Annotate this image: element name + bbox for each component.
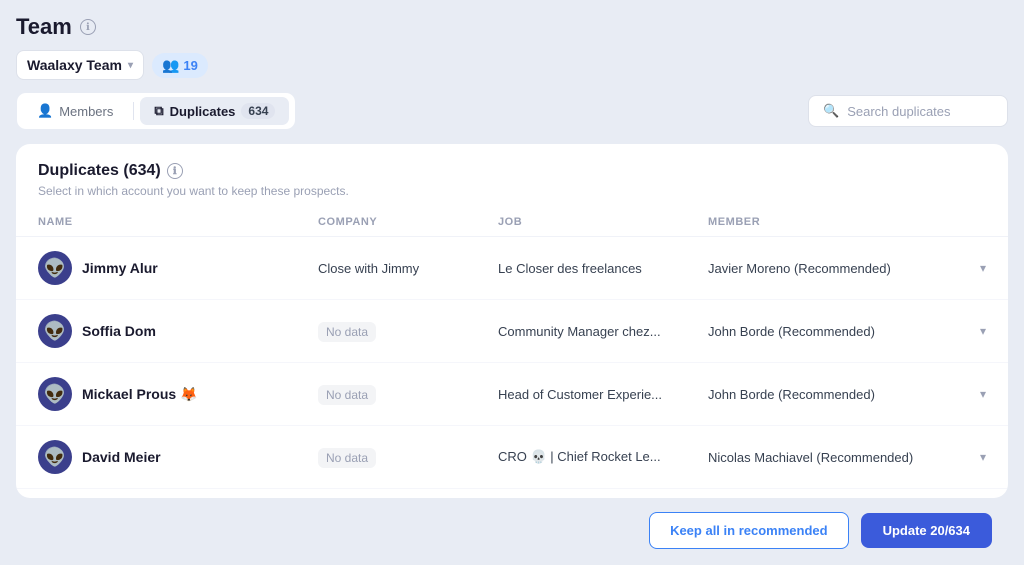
update-button[interactable]: Update 20/634 (861, 513, 992, 548)
table-row: 👽 David Meier No data CRO 💀 | Chief Rock… (16, 426, 1008, 489)
chevron-down-icon[interactable]: ▾ (980, 261, 986, 275)
search-box[interactable]: 🔍 Search duplicates (808, 95, 1008, 127)
table-row: 👽 Jimmy Alur Close with Jimmy Le Closer … (16, 237, 1008, 300)
avatar: 👽 (38, 314, 72, 348)
no-data-badge: No data (318, 385, 376, 405)
prospect-name: David Meier (82, 449, 161, 465)
company-cell: Close with Jimmy (318, 260, 498, 276)
footer-actions: Keep all in recommended Update 20/634 (16, 498, 1008, 549)
prospect-cell: 👽 David Meier (38, 440, 318, 474)
member-cell[interactable]: John Borde (Recommended) ▾ (708, 324, 986, 339)
team-selector-label: Waalaxy Team (27, 57, 122, 73)
job-cell: CRO 💀 | Chief Rocket Le... (498, 449, 708, 465)
page-title: Team (16, 14, 72, 40)
job-cell: Le Closer des freelances (498, 261, 708, 276)
search-placeholder: Search duplicates (847, 104, 950, 119)
chevron-down-icon: ▾ (128, 60, 133, 71)
table-row: 👽 Soffia Dom No data Community Manager c… (16, 300, 1008, 363)
chevron-down-icon[interactable]: ▾ (980, 450, 986, 464)
avatar: 👽 (38, 377, 72, 411)
member-name: John Borde (Recommended) (708, 324, 875, 339)
team-selector[interactable]: Waalaxy Team ▾ (16, 50, 144, 80)
member-cell[interactable]: Nicolas Machiavel (Recommended) ▾ (708, 450, 986, 465)
tab-divider (133, 102, 134, 120)
duplicates-tab-icon: ⧉ (154, 103, 163, 119)
members-icon: 👥 (162, 57, 179, 74)
chevron-down-icon[interactable]: ▾ (980, 324, 986, 338)
team-row: Waalaxy Team ▾ 👥 19 (16, 50, 1008, 80)
col-name: NAME (38, 216, 318, 228)
col-member: MEMBER (708, 216, 986, 228)
col-company: COMPANY (318, 216, 498, 228)
members-tab-icon: 👤 (37, 103, 53, 119)
card-title-text: Duplicates (634) (38, 162, 161, 180)
company-cell: No data (318, 386, 498, 402)
duplicates-count: 634 (241, 103, 275, 119)
prospect-name: Mickael Prous 🦊 (82, 386, 197, 403)
company-name: Close with Jimmy (318, 261, 419, 276)
no-data-badge: No data (318, 322, 376, 342)
page-info-icon[interactable]: ℹ (80, 19, 96, 35)
card-subtitle: Select in which account you want to keep… (38, 184, 986, 198)
table-row: 👽 Mickael Prous 🦊 No data Head of Custom… (16, 363, 1008, 426)
col-job: JOB (498, 216, 708, 228)
member-cell[interactable]: Javier Moreno (Recommended) ▾ (708, 261, 986, 276)
job-cell: Head of Customer Experie... (498, 387, 708, 402)
member-badge: 👥 19 (152, 53, 208, 78)
member-name: John Borde (Recommended) (708, 387, 875, 402)
avatar: 👽 (38, 440, 72, 474)
prospect-cell: 👽 Soffia Dom (38, 314, 318, 348)
card-title: Duplicates (634) ℹ (38, 162, 986, 180)
member-count: 19 (183, 58, 197, 73)
no-data-badge: No data (318, 448, 376, 468)
card-header: Duplicates (634) ℹ Select in which accou… (16, 144, 1008, 208)
duplicates-tab-label: Duplicates (170, 104, 236, 119)
member-name: Javier Moreno (Recommended) (708, 261, 891, 276)
member-cell[interactable]: John Borde (Recommended) ▾ (708, 387, 986, 402)
prospect-name: Jimmy Alur (82, 260, 158, 276)
main-card: Duplicates (634) ℹ Select in which accou… (16, 144, 1008, 498)
table-header: NAME COMPANY JOB MEMBER (16, 208, 1008, 237)
search-icon: 🔍 (823, 103, 839, 119)
prospect-cell: 👽 Mickael Prous 🦊 (38, 377, 318, 411)
tabs-container: 👤 Members ⧉ Duplicates 634 (16, 92, 296, 130)
member-name: Nicolas Machiavel (Recommended) (708, 450, 913, 465)
prospect-cell: 👽 Jimmy Alur (38, 251, 318, 285)
tab-members[interactable]: 👤 Members (23, 97, 127, 125)
company-cell: No data (318, 449, 498, 465)
table-body: 👽 Jimmy Alur Close with Jimmy Le Closer … (16, 237, 1008, 498)
company-cell: No data (318, 323, 498, 339)
prospect-name: Soffia Dom (82, 323, 156, 339)
table-row-partial: 👽 No data (16, 489, 1008, 498)
tabs-row: 👤 Members ⧉ Duplicates 634 🔍 Search dupl… (16, 92, 1008, 130)
table-container: NAME COMPANY JOB MEMBER 👽 Jimmy Alur Clo… (16, 208, 1008, 498)
chevron-down-icon[interactable]: ▾ (980, 387, 986, 401)
tab-duplicates[interactable]: ⧉ Duplicates 634 (140, 97, 289, 125)
keep-all-button[interactable]: Keep all in recommended (649, 512, 849, 549)
avatar: 👽 (38, 251, 72, 285)
card-info-icon[interactable]: ℹ (167, 163, 183, 179)
job-cell: Community Manager chez... (498, 324, 708, 339)
members-tab-label: Members (59, 104, 113, 119)
